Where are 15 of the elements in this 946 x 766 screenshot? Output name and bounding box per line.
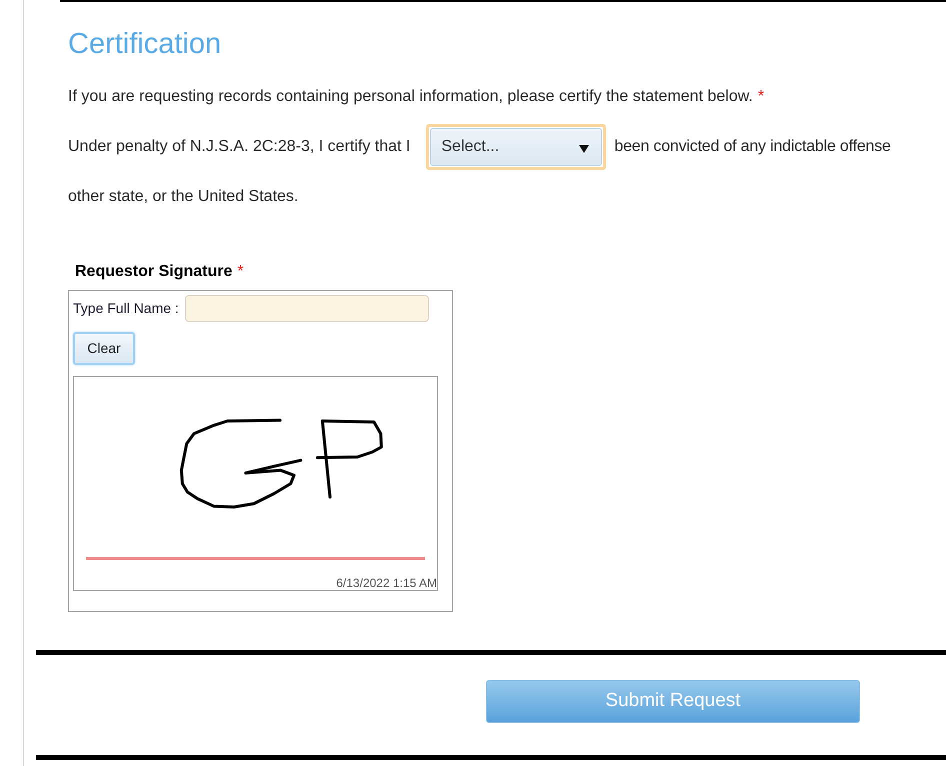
signature-title: Requestor Signature: [75, 262, 232, 282]
statement-text: been convicted of any indictable offense: [614, 137, 891, 157]
clear-button[interactable]: Clear: [73, 332, 135, 365]
dropdown-arrow-icon: [579, 144, 590, 152]
signature-pad[interactable]: 6/13/2022 1:15 AM: [73, 376, 438, 591]
signature-timestamp: 6/13/2022 1:15 AM: [336, 576, 437, 590]
name-field-label: Type Full Name :: [73, 299, 179, 318]
select-dropdown[interactable]: Select...: [426, 124, 606, 170]
statement-text: other state, or the United States.: [68, 187, 298, 207]
section-title: Certification: [68, 27, 222, 62]
instruction-text: If you are requesting records containing personal information, please certify the statement below.: [68, 87, 753, 107]
required-asterisk: *: [237, 262, 244, 282]
full-name-input[interactable]: [184, 295, 429, 322]
statement-text: Under penalty of N.J.S.A. 2C:28-3, I certify that I: [68, 137, 410, 157]
required-asterisk: *: [758, 87, 764, 107]
